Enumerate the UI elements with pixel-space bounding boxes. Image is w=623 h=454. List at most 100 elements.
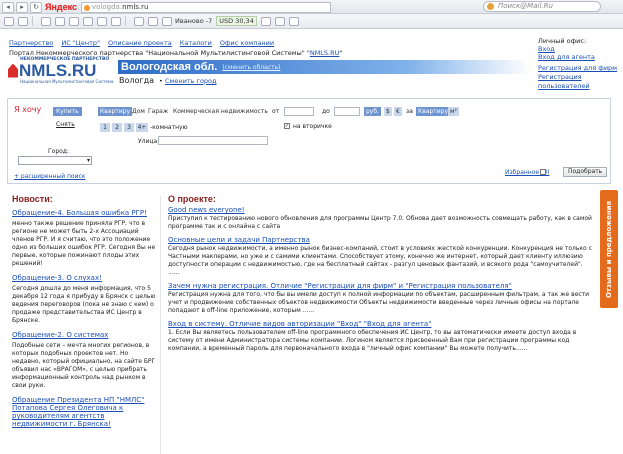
about-link[interactable]: Основные цели и задачи Партнерства	[168, 236, 594, 245]
street-input[interactable]	[158, 136, 268, 145]
rooms-2[interactable]: 2	[112, 123, 122, 132]
people-icon[interactable]	[148, 16, 158, 26]
feedback-tab[interactable]: Отзывы и предложения	[600, 190, 618, 308]
type-house[interactable]: Дом	[130, 107, 147, 116]
agent-login-link[interactable]: Вход для агента	[538, 53, 595, 61]
currency-widget[interactable]: USD 30,34	[216, 16, 257, 26]
type-apartment[interactable]: Квартиру	[98, 107, 133, 116]
about-text: Приступил к тестированию нового обновлен…	[168, 215, 592, 230]
search-icon[interactable]	[55, 16, 65, 26]
currency-usd[interactable]: $	[384, 107, 392, 116]
secondary-label: на вторичке	[293, 123, 332, 130]
grid-icon[interactable]	[69, 16, 79, 26]
news-item: Обращение-3. О слухах! Сегодня дошла до …	[12, 274, 156, 325]
nmls-logo[interactable]: НЕКОММЕРЧЕСКОЕ ПАРТНЕРСТВО NMLS.RU Нацио…	[8, 57, 114, 87]
nav-is-center[interactable]: ИС "Центр"	[61, 39, 100, 47]
rooms-3[interactable]: 3	[124, 123, 134, 132]
price-from-label: от	[272, 108, 280, 115]
news-link[interactable]: Обращение-4. Большая ошибка РГР!	[12, 209, 156, 217]
price-from-input[interactable]	[284, 107, 314, 116]
about-title: О проекте:	[168, 194, 216, 204]
news-link[interactable]: Обращение-2. О системах	[12, 331, 156, 339]
about-item: Good news everyone! Приступил к тестиров…	[168, 206, 594, 231]
news-text: Сегодня дошла до меня информация, что 5 …	[12, 285, 156, 324]
music-icon[interactable]	[83, 16, 93, 26]
rent-toggle[interactable]: Снять	[56, 121, 75, 128]
home-icon[interactable]	[4, 16, 14, 26]
translate-icon[interactable]	[111, 16, 121, 26]
street-label: Улица:	[138, 138, 160, 145]
rooms-4plus[interactable]: 4+	[136, 123, 148, 132]
about-text: 1. Если Вы являетесь пользователем off-l…	[168, 329, 577, 352]
secondary-checkbox[interactable]: ✓	[284, 123, 290, 129]
buy-toggle[interactable]: Купить	[53, 107, 82, 116]
news-link[interactable]: Обращение Президента НП "НМЛС" Потапова …	[12, 396, 156, 428]
per-m2[interactable]: м²	[448, 107, 459, 116]
browser-search-input[interactable]: Поиск@Mail.Ru	[483, 1, 601, 12]
about-item: Вход в систему. Отличие видов авторизаци…	[168, 320, 594, 353]
nav-company-office[interactable]: Офис компании	[220, 39, 274, 47]
type-garage[interactable]: Гараж	[146, 107, 170, 116]
change-region-link[interactable]: (сменить область)	[222, 64, 280, 71]
nmls-link[interactable]: NMLS.RU	[310, 49, 340, 57]
about-link[interactable]: Зачем нужна регистрация. Отличие "Регист…	[168, 282, 594, 291]
about-text: Сегодня рынок недвижимости, а именно рын…	[168, 245, 592, 276]
about-link[interactable]: Вход в систему. Отличие видов авторизаци…	[168, 320, 594, 329]
city-name: Вологда	[119, 76, 155, 85]
change-city-link[interactable]: Сменить город	[165, 77, 217, 85]
submit-search-button[interactable]: Подобрать	[563, 167, 608, 177]
favorites-checkbox[interactable]	[540, 169, 546, 175]
currency-rub[interactable]: руб.	[364, 107, 381, 116]
about-text: Регистрация нужна для того, что бы вы им…	[168, 291, 590, 314]
weather-widget[interactable]: Иваново -7	[175, 17, 212, 25]
firm-registration-link[interactable]: Регистрация для фирм	[538, 64, 617, 72]
site-icon	[84, 4, 91, 11]
news-item: Обращение Президента НП "НМЛС" Потапова …	[12, 396, 156, 428]
mailru-search-icon	[487, 3, 494, 10]
envelope-icon[interactable]	[162, 16, 172, 26]
reload-icon[interactable]: ↻	[30, 1, 42, 13]
news-text: менно также решение приняла РГР, что в р…	[12, 220, 156, 267]
price-to-label: до	[322, 108, 330, 115]
games-icon[interactable]	[134, 16, 144, 26]
mail-icon[interactable]	[41, 16, 51, 26]
login-link[interactable]: Вход	[538, 45, 555, 53]
currency-eur[interactable]: €	[394, 107, 402, 116]
news-link[interactable]: Обращение-3. О слухах!	[12, 274, 156, 282]
nav-project-description[interactable]: Описание проекта	[108, 39, 172, 47]
bookmark-icon[interactable]	[18, 16, 28, 26]
rooms-1[interactable]: 1	[100, 123, 110, 132]
back-icon[interactable]: ◂	[2, 1, 14, 13]
nav-partnership[interactable]: Партнерство	[9, 39, 53, 47]
price-to-input[interactable]	[334, 107, 360, 116]
settings-icon[interactable]	[288, 16, 299, 26]
nav-catalogs[interactable]: Каталоги	[180, 39, 212, 47]
city-select[interactable]	[18, 156, 92, 165]
search-panel: Я хочу Купить Снять Квартиру Дом Гараж К…	[7, 98, 611, 184]
per-apartment[interactable]: Квартиру	[416, 107, 451, 116]
browser-address-bar: ◂ ▸ ↻ Яндекс vologda.nmls.ru Поиск@Mail.…	[0, 0, 623, 14]
forward-icon[interactable]: ▸	[16, 1, 28, 13]
extended-search-link[interactable]: + расширенный поиск	[14, 173, 85, 180]
volume-icon[interactable]	[260, 16, 271, 26]
portal-description: Портал Некоммерческого партнерства "Наци…	[9, 49, 343, 57]
radio-icon[interactable]	[274, 16, 285, 26]
user-registration-link[interactable]: Регистрация пользователей	[538, 73, 590, 90]
url-input[interactable]: vologda.nmls.ru	[81, 1, 332, 13]
news-text: Подобные сети – мечта многих регионов, в…	[12, 342, 156, 389]
yandex-logo[interactable]: Яндекс	[45, 2, 77, 12]
city-line: Вологда • Сменить город	[119, 76, 217, 85]
about-link[interactable]: Good news everyone!	[168, 206, 594, 215]
news-list: Обращение-4. Большая ошибка РГР! менно т…	[12, 209, 156, 434]
city-label: Город:	[48, 148, 69, 155]
i-want-label: Я хочу	[14, 105, 42, 114]
type-commercial[interactable]: Коммерческая недвижимость	[171, 107, 270, 116]
column-divider	[160, 196, 161, 454]
chat-icon[interactable]	[97, 16, 107, 26]
news-item: Обращение-4. Большая ошибка РГР! менно т…	[12, 209, 156, 268]
about-item: Основные цели и задачи Партнерства Сегод…	[168, 236, 594, 277]
region-banner: Вологодская обл. (сменить область)	[118, 60, 530, 74]
news-title: Новости:	[12, 194, 53, 204]
about-item: Зачем нужна регистрация. Отличие "Регист…	[168, 282, 594, 315]
personal-office-box: Личный офис: Вход Вход для агента	[538, 37, 595, 61]
